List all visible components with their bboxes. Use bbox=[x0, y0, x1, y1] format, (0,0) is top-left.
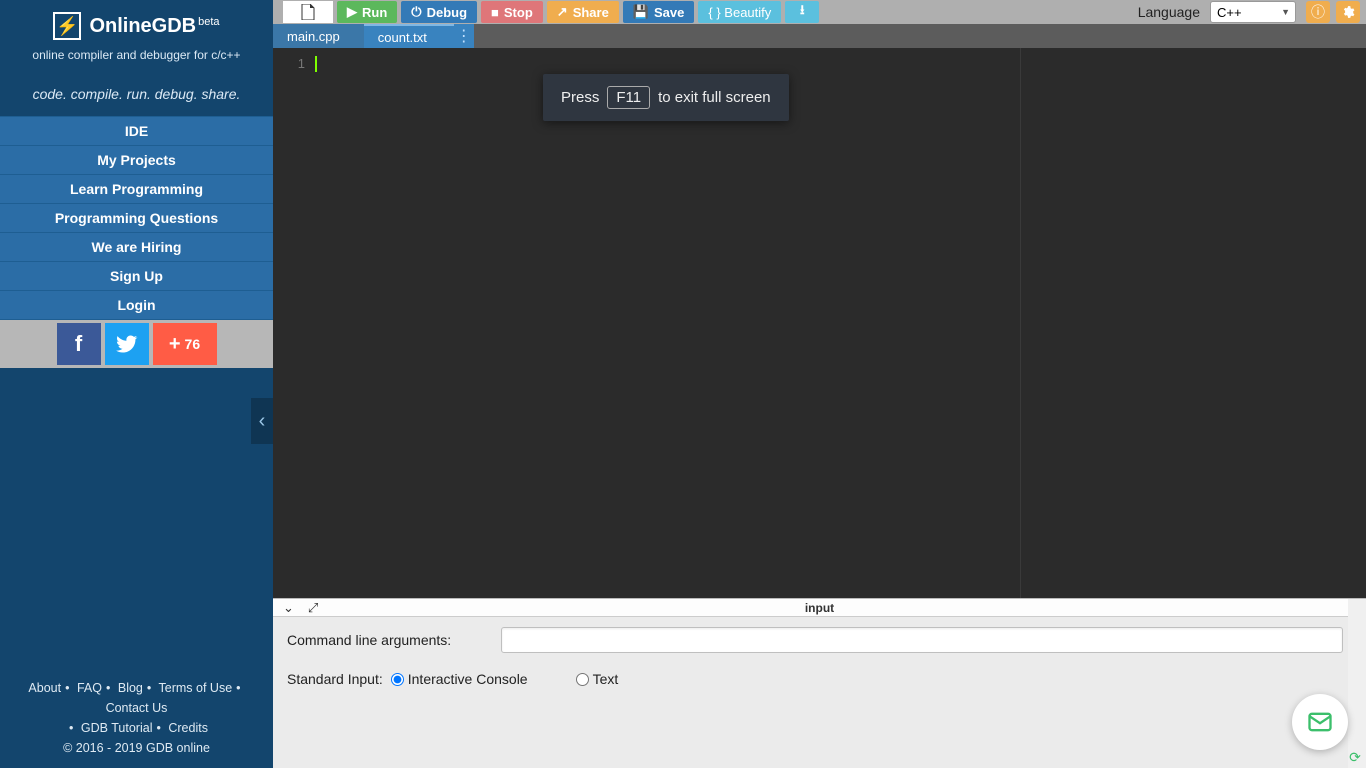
debug-label: Debug bbox=[427, 5, 467, 20]
line-number: 1 bbox=[273, 56, 305, 71]
stop-button[interactable]: ■ Stop bbox=[481, 1, 543, 23]
sidebar-nav: IDE My Projects Learn Programming Progra… bbox=[0, 116, 273, 320]
editor-cursor bbox=[315, 56, 317, 72]
save-label: Save bbox=[654, 5, 684, 20]
panel-collapse-icon[interactable]: ⌄ bbox=[283, 600, 294, 616]
refresh-corner-icon[interactable]: ⟳ bbox=[1346, 748, 1364, 766]
stop-icon: ■ bbox=[491, 5, 499, 20]
brand-beta: beta bbox=[198, 16, 219, 28]
footer-link-blog[interactable]: Blog bbox=[118, 681, 143, 695]
share-icon: ↗ bbox=[557, 4, 568, 20]
plus-icon: + bbox=[169, 333, 181, 356]
social-row: f + 76 bbox=[0, 320, 273, 368]
bottom-panel: ⌄ ⤢ input Command line arguments: Standa… bbox=[273, 598, 1366, 768]
footer-link-faq[interactable]: FAQ bbox=[77, 681, 102, 695]
brand-tagline: code. compile. run. debug. share. bbox=[0, 68, 273, 116]
new-file-button[interactable] bbox=[283, 1, 333, 23]
cmd-args-label: Command line arguments: bbox=[287, 632, 487, 648]
nav-item-programming-questions[interactable]: Programming Questions bbox=[0, 204, 273, 233]
code-editor[interactable]: 1 Press F11 to exit full screen bbox=[273, 48, 1366, 598]
beautify-label: { } Beautify bbox=[708, 5, 771, 20]
sidebar-collapse-handle[interactable]: ‹ bbox=[251, 398, 273, 444]
stdin-option-text[interactable]: Text bbox=[576, 671, 619, 687]
code-area[interactable] bbox=[313, 48, 1366, 598]
sidebar-footer: About• FAQ• Blog• Terms of Use• Contact … bbox=[0, 670, 273, 768]
main-area: ▶ Run ⏻ Debug ■ Stop ↗ Share 💾 Save { } Beaut… bbox=[273, 0, 1366, 768]
footer-link-credits[interactable]: Credits bbox=[168, 721, 208, 735]
footer-copyright: © 2016 - 2019 GDB online bbox=[6, 738, 267, 758]
footer-link-terms[interactable]: Terms of Use bbox=[159, 681, 233, 695]
brand-logo-icon: ⚡ bbox=[53, 12, 81, 40]
bottom-panel-header: ⌄ ⤢ input bbox=[273, 599, 1366, 617]
stop-label: Stop bbox=[504, 5, 533, 20]
footer-link-contact[interactable]: Contact Us bbox=[106, 701, 168, 715]
bottom-panel-body: Command line arguments: Standard Input: … bbox=[273, 617, 1366, 695]
panel-expand-icon[interactable]: ⤢ bbox=[308, 600, 318, 616]
fullscreen-toast: Press F11 to exit full screen bbox=[543, 74, 789, 121]
twitter-button[interactable] bbox=[105, 323, 149, 365]
nav-item-ide[interactable]: IDE bbox=[0, 116, 273, 146]
play-icon: ▶ bbox=[347, 4, 357, 20]
info-button[interactable]: ⓘ bbox=[1306, 1, 1330, 23]
stdin-interactive-label: Interactive Console bbox=[408, 671, 528, 687]
facebook-button[interactable]: f bbox=[57, 323, 101, 365]
share-button[interactable]: ↗ Share bbox=[547, 1, 619, 23]
settings-button[interactable] bbox=[1336, 1, 1360, 23]
nav-item-login[interactable]: Login bbox=[0, 291, 273, 320]
share-count: 76 bbox=[185, 336, 201, 352]
brand-title: OnlineGDBbeta bbox=[89, 15, 219, 38]
download-icon: ⭳ bbox=[800, 1, 805, 23]
nav-item-my-projects[interactable]: My Projects bbox=[0, 146, 273, 175]
stdin-text-label: Text bbox=[593, 671, 619, 687]
tab-menu-button[interactable]: ⋮ bbox=[454, 24, 474, 48]
run-button[interactable]: ▶ Run bbox=[337, 1, 397, 23]
stdin-radio-interactive[interactable] bbox=[391, 673, 404, 686]
run-label: Run bbox=[362, 5, 387, 20]
bottom-panel-title: input bbox=[273, 601, 1366, 615]
share-count-button[interactable]: + 76 bbox=[153, 323, 217, 365]
stdin-option-interactive[interactable]: Interactive Console bbox=[391, 671, 528, 687]
nav-item-we-are-hiring[interactable]: We are Hiring bbox=[0, 233, 273, 262]
nav-item-learn-programming[interactable]: Learn Programming bbox=[0, 175, 273, 204]
mail-icon bbox=[1306, 708, 1334, 736]
brand-name: OnlineGDB bbox=[89, 15, 196, 37]
stdin-radio-text[interactable] bbox=[576, 673, 589, 686]
bottom-scrollbar[interactable] bbox=[1348, 599, 1366, 768]
download-button[interactable]: ⭳ bbox=[785, 1, 819, 23]
save-icon: 💾 bbox=[633, 4, 649, 20]
save-button[interactable]: 💾 Save bbox=[623, 1, 695, 23]
editor-margin-line bbox=[1020, 48, 1021, 598]
fs-toast-suffix: to exit full screen bbox=[658, 89, 771, 106]
debug-button[interactable]: ⏻ Debug bbox=[401, 1, 477, 23]
fs-toast-key: F11 bbox=[607, 86, 650, 109]
stdin-label: Standard Input: bbox=[287, 671, 383, 687]
tab-count-txt[interactable]: count.txt bbox=[364, 24, 454, 48]
feedback-fab[interactable] bbox=[1292, 694, 1348, 750]
brand-subtitle: online compiler and debugger for c/c++ bbox=[8, 48, 265, 62]
brand-block: ⚡ OnlineGDBbeta online compiler and debu… bbox=[0, 0, 273, 68]
tabs-row: main.cpp count.txt ⋮ bbox=[273, 24, 1366, 48]
language-label: Language bbox=[1138, 1, 1206, 23]
fs-toast-prefix: Press bbox=[561, 89, 599, 106]
language-select[interactable]: C++ bbox=[1210, 1, 1296, 23]
cmd-args-input[interactable] bbox=[501, 627, 1343, 653]
share-label: Share bbox=[573, 5, 609, 20]
footer-link-about[interactable]: About bbox=[28, 681, 61, 695]
toolbar: ▶ Run ⏻ Debug ■ Stop ↗ Share 💾 Save { } Beaut… bbox=[273, 0, 1366, 24]
footer-link-gdb-tutorial[interactable]: GDB Tutorial bbox=[81, 721, 153, 735]
sidebar: ⚡ OnlineGDBbeta online compiler and debu… bbox=[0, 0, 273, 768]
tab-main-cpp[interactable]: main.cpp bbox=[273, 24, 364, 48]
editor-gutter: 1 bbox=[273, 48, 313, 598]
nav-item-sign-up[interactable]: Sign Up bbox=[0, 262, 273, 291]
power-icon: ⏻ bbox=[411, 4, 421, 20]
beautify-button[interactable]: { } Beautify bbox=[698, 1, 781, 23]
